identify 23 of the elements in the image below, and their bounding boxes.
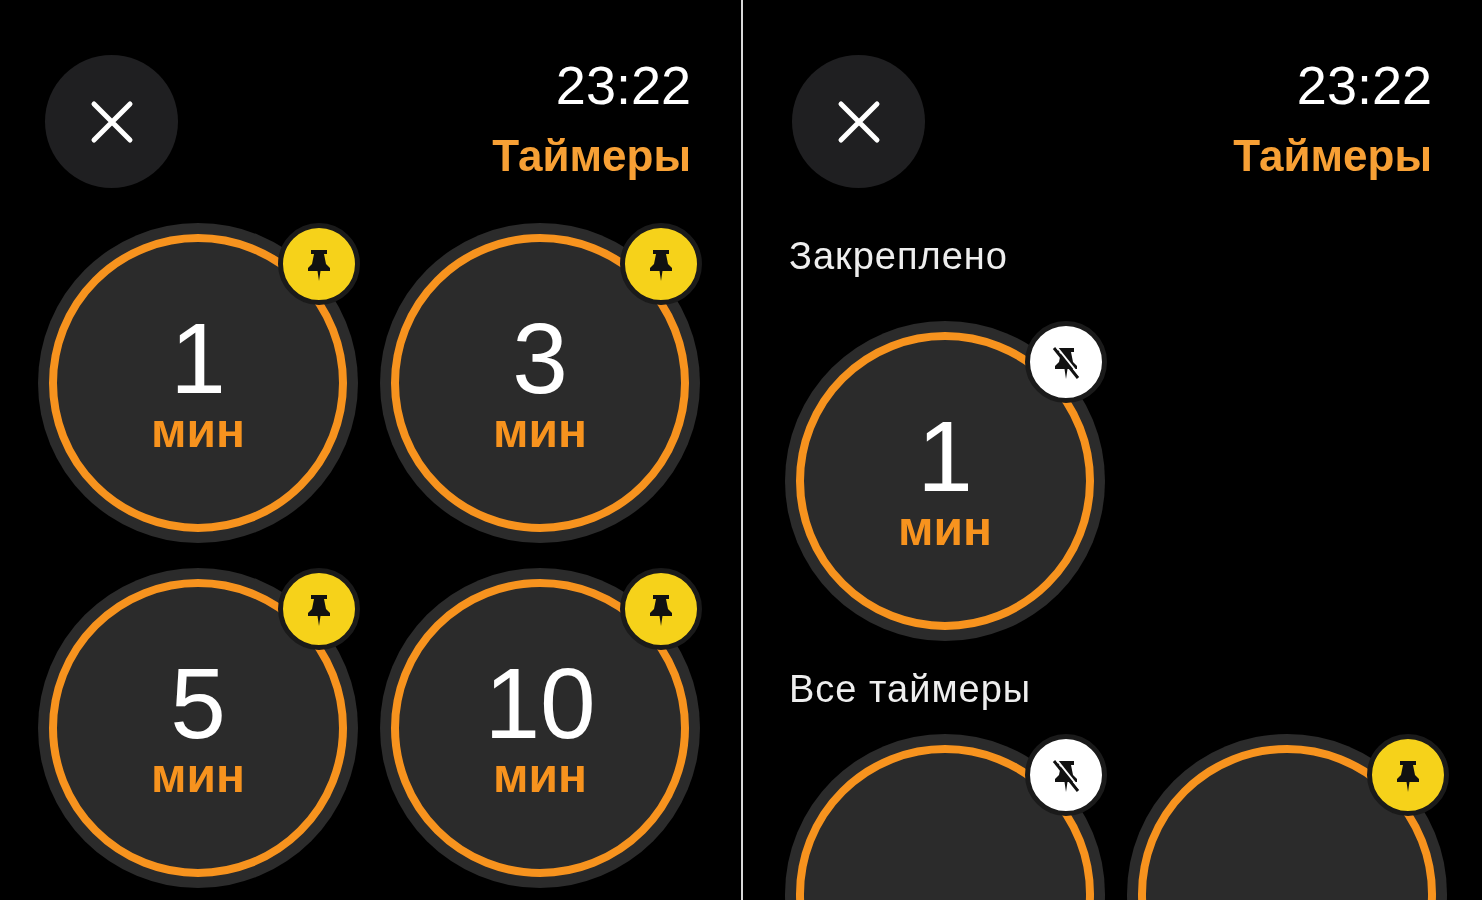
timer-value: 1 [917, 408, 973, 504]
app-title: Таймеры [492, 130, 691, 182]
timer-unit: мин [493, 751, 587, 801]
clock-time: 23:22 [1296, 55, 1432, 115]
close-icon [836, 99, 881, 144]
timer-button[interactable]: 1 мин [38, 223, 358, 543]
section-heading: Все таймеры [789, 667, 1033, 712]
section-heading: Закреплено [789, 234, 1009, 279]
timer-value: 1 [170, 310, 226, 406]
timer-unit: мин [493, 406, 587, 456]
timer-value: 10 [484, 655, 596, 751]
timer-unit: мин [151, 406, 245, 456]
timer-value: 5 [170, 655, 226, 751]
close-icon [89, 99, 134, 144]
timer-button[interactable]: 3 мин [380, 223, 700, 543]
timer-unit: мин [898, 504, 992, 554]
timer-button[interactable]: 1 мин [785, 321, 1105, 641]
clock-time: 23:22 [555, 55, 691, 115]
timer-unit: мин [151, 751, 245, 801]
timer-value: 3 [512, 310, 568, 406]
timer-button[interactable]: 10 мин [380, 568, 700, 888]
timer-button[interactable]: 5 мин [38, 568, 358, 888]
app-title: Таймеры [1233, 130, 1432, 182]
